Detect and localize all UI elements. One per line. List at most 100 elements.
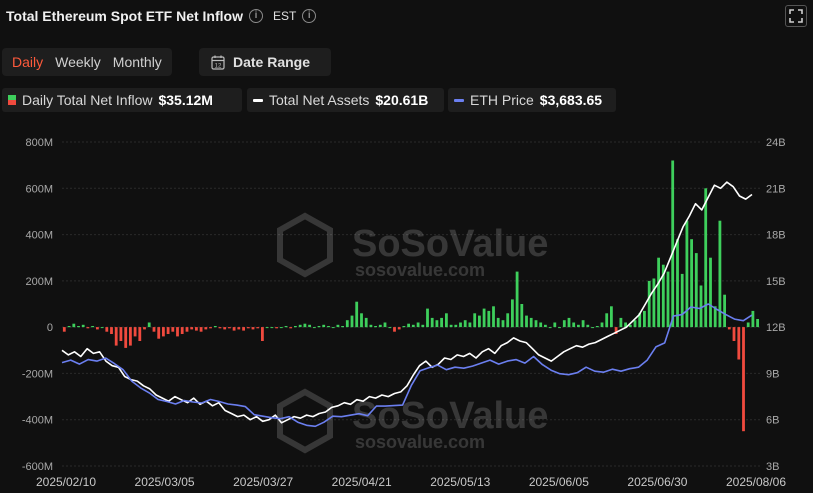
- inflow-bar[interactable]: [327, 326, 330, 328]
- inflow-bar[interactable]: [110, 327, 113, 334]
- inflow-bar[interactable]: [506, 313, 510, 328]
- inflow-bar[interactable]: [402, 326, 406, 328]
- inflow-bar[interactable]: [577, 324, 580, 328]
- inflow-bar[interactable]: [133, 327, 137, 337]
- inflow-bar[interactable]: [520, 304, 524, 328]
- inflow-bar[interactable]: [100, 327, 104, 329]
- inflow-bar[interactable]: [312, 327, 316, 329]
- inflow-bar[interactable]: [397, 327, 401, 330]
- inflow-bar[interactable]: [440, 317, 443, 328]
- inflow-bar[interactable]: [242, 327, 245, 331]
- inflow-bar[interactable]: [237, 327, 241, 330]
- inflow-bar[interactable]: [62, 327, 66, 332]
- inflow-bar[interactable]: [261, 327, 264, 341]
- inflow-bar[interactable]: [228, 327, 231, 329]
- inflow-bar[interactable]: [430, 317, 434, 328]
- inflow-bar[interactable]: [185, 327, 189, 332]
- inflow-bar[interactable]: [350, 315, 354, 328]
- inflow-bar[interactable]: [275, 327, 278, 329]
- inflow-bar[interactable]: [360, 313, 363, 328]
- inflow-bar[interactable]: [364, 317, 368, 328]
- inflow-bar[interactable]: [265, 327, 269, 329]
- inflow-bar[interactable]: [67, 326, 71, 328]
- inflow-bar[interactable]: [284, 326, 288, 328]
- inflow-bar[interactable]: [492, 306, 495, 328]
- inflow-bar[interactable]: [515, 271, 519, 328]
- inflow-bar[interactable]: [421, 324, 425, 328]
- inflow-bar[interactable]: [407, 323, 410, 328]
- inflow-bar[interactable]: [411, 324, 415, 328]
- inflow-bar[interactable]: [355, 301, 359, 328]
- inflow-bar[interactable]: [176, 327, 179, 337]
- inflow-bar[interactable]: [91, 326, 94, 328]
- inflow-bar[interactable]: [345, 320, 349, 328]
- inflow-bar[interactable]: [529, 317, 533, 328]
- inflow-bar[interactable]: [619, 317, 623, 328]
- inflow-bar[interactable]: [256, 327, 260, 329]
- inflow-bar[interactable]: [162, 327, 165, 337]
- inflow-bar[interactable]: [374, 326, 377, 328]
- inflow-bar[interactable]: [298, 324, 302, 328]
- inflow-bar[interactable]: [105, 327, 109, 332]
- inflow-bar[interactable]: [746, 322, 750, 328]
- inflow-bar[interactable]: [468, 322, 472, 328]
- inflow-bar[interactable]: [199, 327, 203, 332]
- inflow-bar[interactable]: [152, 327, 156, 332]
- inflow-bar[interactable]: [72, 323, 76, 328]
- inflow-bar[interactable]: [209, 327, 212, 329]
- inflow-bar[interactable]: [322, 324, 326, 328]
- inflow-bar[interactable]: [496, 317, 500, 328]
- inflow-bar[interactable]: [709, 257, 712, 328]
- inflow-bar[interactable]: [204, 327, 208, 330]
- inflow-bar[interactable]: [558, 327, 561, 329]
- inflow-bar[interactable]: [369, 324, 373, 328]
- inflow-bar[interactable]: [525, 315, 528, 328]
- inflow-bar[interactable]: [308, 324, 311, 328]
- inflow-bar[interactable]: [671, 160, 675, 328]
- inflow-bar[interactable]: [572, 322, 576, 328]
- inflow-bar[interactable]: [459, 322, 462, 328]
- inflow-bar[interactable]: [548, 327, 552, 329]
- inflow-bar[interactable]: [652, 278, 656, 328]
- inflow-bar[interactable]: [166, 327, 170, 334]
- inflow-bar[interactable]: [317, 326, 321, 328]
- inflow-bar[interactable]: [213, 326, 217, 328]
- inflow-bar[interactable]: [124, 327, 128, 348]
- inflow-bar[interactable]: [610, 306, 613, 328]
- inflow-bar[interactable]: [643, 310, 646, 328]
- inflow-bar[interactable]: [676, 239, 679, 328]
- inflow-bar[interactable]: [195, 327, 198, 331]
- inflow-bar[interactable]: [129, 327, 132, 346]
- inflow-bar[interactable]: [190, 327, 194, 330]
- inflow-bar[interactable]: [600, 322, 604, 328]
- inflow-bar[interactable]: [605, 313, 609, 328]
- inflow-bar[interactable]: [732, 327, 736, 341]
- inflow-bar[interactable]: [246, 327, 250, 329]
- inflow-bar[interactable]: [218, 327, 222, 329]
- inflow-bar[interactable]: [96, 327, 99, 330]
- inflow-bar[interactable]: [171, 327, 175, 332]
- inflow-bar[interactable]: [303, 323, 307, 328]
- inflow-bar[interactable]: [647, 280, 651, 328]
- inflow-bar[interactable]: [586, 324, 590, 328]
- inflow-bar[interactable]: [114, 327, 118, 346]
- inflow-bar[interactable]: [737, 327, 741, 360]
- inflow-bar[interactable]: [180, 327, 184, 334]
- inflow-bar[interactable]: [232, 327, 236, 331]
- inflow-bar[interactable]: [727, 327, 731, 330]
- inflow-bar[interactable]: [81, 324, 85, 328]
- inflow-bar[interactable]: [143, 327, 146, 330]
- inflow-bar[interactable]: [435, 320, 439, 328]
- inflow-bar[interactable]: [534, 320, 538, 328]
- inflow-bar[interactable]: [331, 327, 335, 329]
- inflow-bar[interactable]: [553, 322, 557, 328]
- inflow-bar[interactable]: [223, 327, 227, 330]
- inflow-bar[interactable]: [751, 310, 755, 328]
- inflow-bar[interactable]: [341, 326, 344, 328]
- inflow-bar[interactable]: [416, 322, 420, 328]
- inflow-bar[interactable]: [723, 294, 726, 328]
- inflow-bar[interactable]: [426, 308, 429, 328]
- inflow-bar[interactable]: [289, 327, 293, 329]
- inflow-bar[interactable]: [742, 327, 745, 432]
- inflow-bar[interactable]: [147, 322, 151, 328]
